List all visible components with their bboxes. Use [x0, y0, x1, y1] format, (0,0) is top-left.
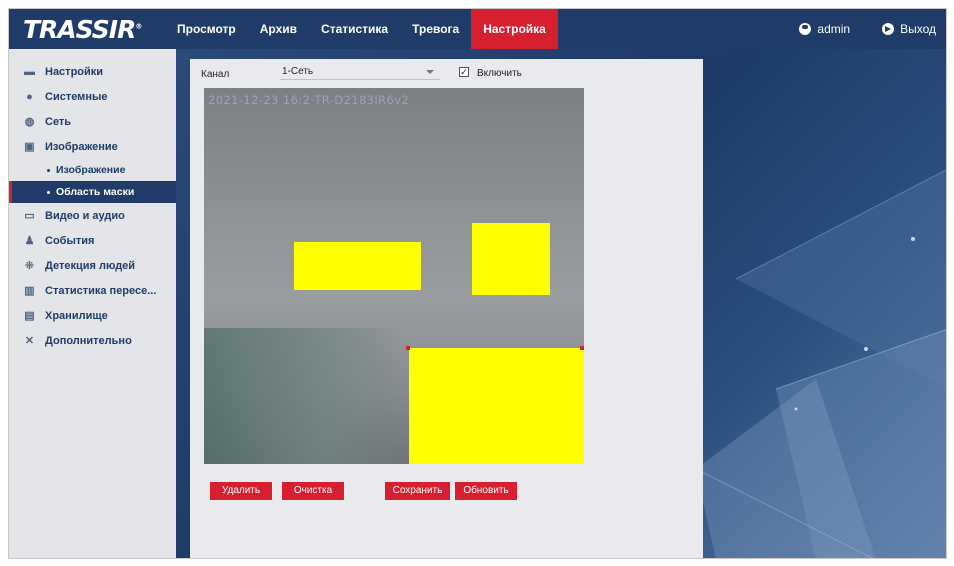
save-button[interactable]: Сохранить: [385, 482, 450, 500]
bell-icon: ♟: [24, 235, 35, 247]
logout-label: Выход: [900, 22, 936, 36]
resize-handle[interactable]: [580, 346, 584, 350]
sidebar-item-crossing-stats[interactable]: ▥ Статистика пересе...: [9, 278, 176, 303]
sidebar-item-storage[interactable]: ▤ Хранилище: [9, 303, 176, 328]
sidebar-subitem-image[interactable]: Изображение: [9, 159, 176, 181]
image-icon: ▣: [24, 141, 35, 153]
sidebar-item-events[interactable]: ♟ События: [9, 228, 176, 253]
sidebar-subitem-privacy-mask[interactable]: Область маски: [9, 181, 176, 203]
person-detect-icon: ⁜: [24, 260, 35, 272]
channel-select-value: 1-Сеть: [282, 66, 314, 77]
sidebar-item-label: Сеть: [45, 115, 72, 128]
sidebar-item-label: Детекция людей: [45, 259, 136, 272]
tools-icon: ✕: [24, 335, 35, 347]
user-icon: [799, 23, 812, 35]
bullet-icon: [47, 190, 50, 194]
sidebar-item-label: Дополнительно: [45, 334, 132, 347]
refresh-button[interactable]: Обновить: [455, 482, 517, 500]
sidebar-item-label: Видео и аудио: [45, 209, 125, 222]
save-icon: ▤: [24, 310, 35, 322]
sidebar-item-image[interactable]: ▣ Изображение: [9, 134, 176, 159]
globe-icon: ◍: [24, 116, 35, 128]
logout-button[interactable]: Выход: [882, 22, 936, 36]
logout-icon: [882, 23, 895, 35]
user-menu[interactable]: admin: [799, 22, 850, 36]
video-icon: ▭: [24, 210, 35, 222]
sidebar-item-system[interactable]: ● Системные: [9, 84, 176, 109]
sidebar-item-label: Статистика пересе...: [45, 284, 157, 297]
sidebar-item-label: Изображение: [45, 140, 118, 153]
video-floor-area: [204, 328, 404, 464]
sidebar-item-label: Настройки: [45, 65, 104, 78]
chevron-down-icon: [426, 70, 434, 74]
trassir-logo: TRASSIR®: [23, 15, 142, 44]
monitor-icon: ▬: [24, 65, 35, 78]
user-area: admin Выход: [799, 9, 936, 49]
nav-alarm[interactable]: Тревога: [400, 9, 471, 49]
clear-button[interactable]: Очистка: [282, 482, 344, 500]
user-name: admin: [817, 22, 851, 36]
info-icon: ●: [26, 90, 33, 103]
nav-view[interactable]: Просмотр: [165, 9, 248, 49]
sidebar-item-video-audio[interactable]: ▭ Видео и аудио: [9, 203, 176, 228]
sidebar-item-label: Системные: [45, 90, 108, 103]
channel-label: Канал: [201, 69, 230, 80]
bullet-icon: [47, 168, 50, 172]
main-nav: Просмотр Архив Статистика Тревога Настро…: [165, 9, 558, 49]
mask-area-1[interactable]: [294, 242, 421, 290]
sidebar-item-network[interactable]: ◍ Сеть: [9, 109, 176, 134]
delete-button[interactable]: Удалить: [210, 482, 272, 500]
sidebar-item-human-detection[interactable]: ⁜ Детекция людей: [9, 253, 176, 278]
mask-area-3-selected[interactable]: [409, 348, 584, 464]
nav-settings[interactable]: Настройка: [471, 9, 558, 49]
sidebar-item-settings[interactable]: ▬ Настройки: [9, 59, 176, 84]
video-preview[interactable]: 2021-12-23 16:2·TR-D2183IR6v2: [204, 88, 584, 464]
sidebar-item-label: Хранилище: [45, 309, 108, 322]
sidebar-subitem-label: Область маски: [56, 186, 135, 198]
enable-label: Включить: [477, 68, 522, 79]
sidebar-item-advanced[interactable]: ✕ Дополнительно: [9, 328, 176, 353]
enable-checkbox[interactable]: ✓: [459, 67, 469, 77]
channel-select[interactable]: 1-Сеть: [280, 64, 440, 80]
resize-handle[interactable]: [406, 346, 410, 350]
nav-statistics[interactable]: Статистика: [309, 9, 400, 49]
sidebar: ▬ Настройки ● Системные ◍ Сеть ▣ Изображ…: [9, 49, 176, 558]
mask-area-2[interactable]: [472, 223, 550, 295]
video-timestamp-overlay: 2021-12-23 16:2·TR-D2183IR6v2: [208, 93, 410, 107]
sidebar-item-label: События: [45, 234, 95, 247]
chart-icon: ▥: [24, 285, 35, 297]
top-bar: TRASSIR® Просмотр Архив Статистика Трево…: [9, 9, 946, 49]
nav-archive[interactable]: Архив: [248, 9, 309, 49]
sidebar-subitem-label: Изображение: [56, 164, 126, 176]
